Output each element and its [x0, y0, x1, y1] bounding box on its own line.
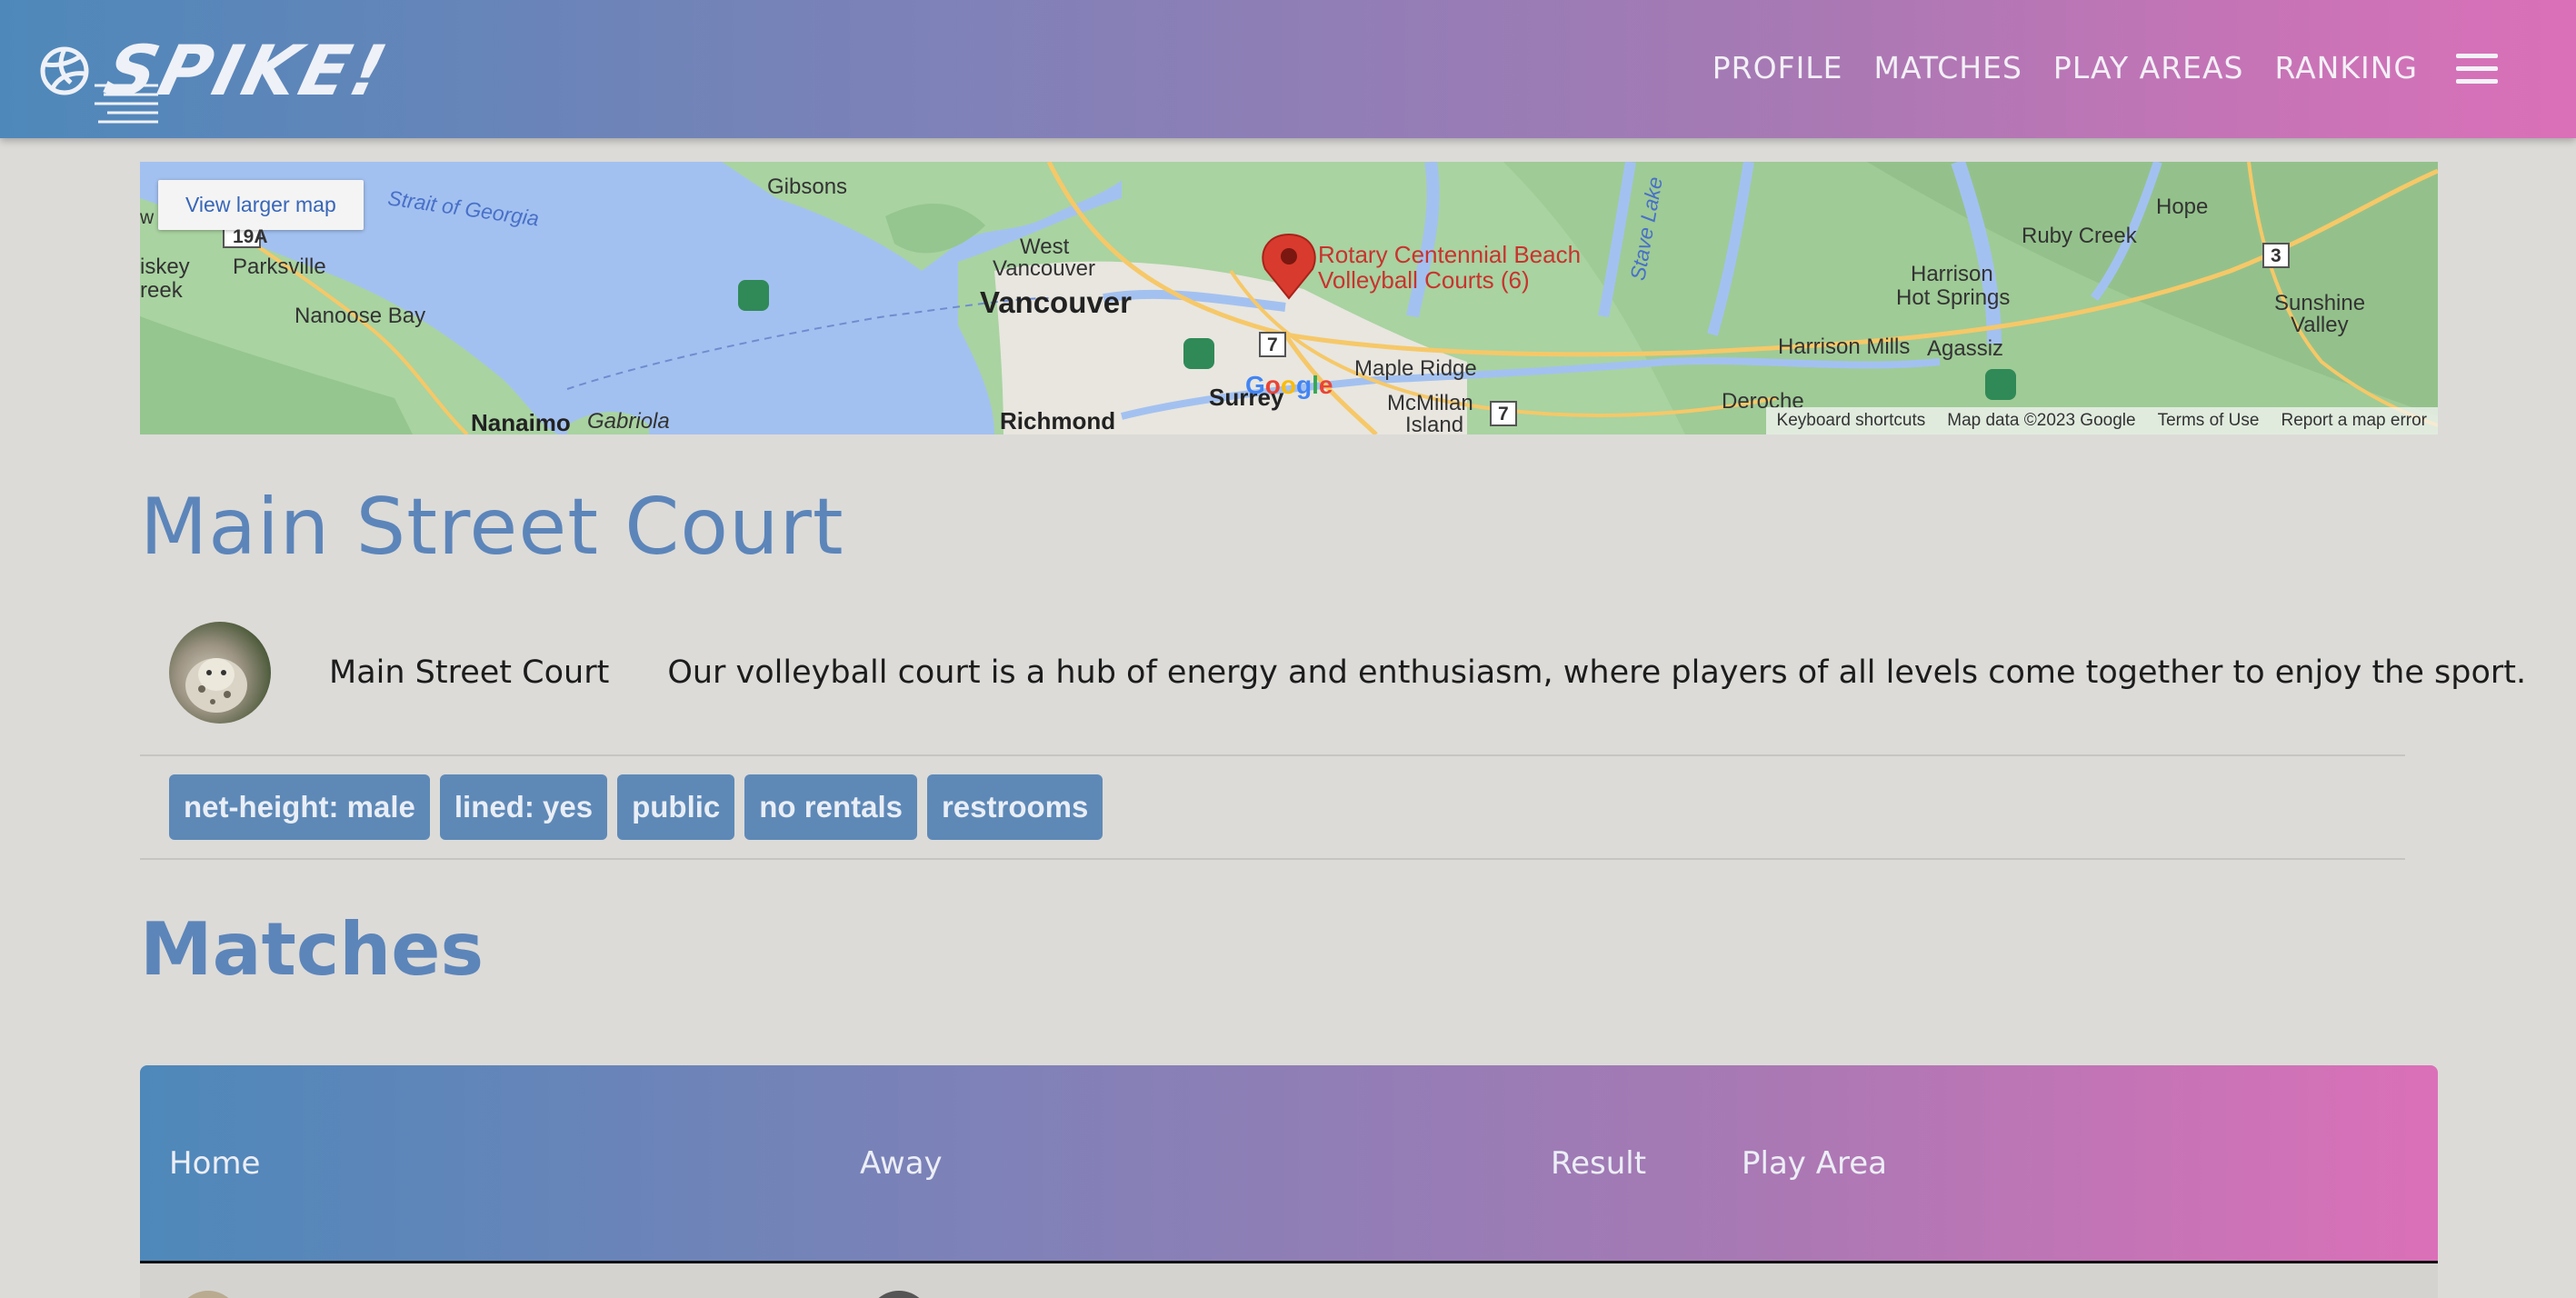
terms-of-use-link[interactable]: Terms of Use [2158, 411, 2260, 431]
tag-public: public [617, 774, 735, 840]
page-title: Main Street Court [140, 482, 844, 573]
map-label-vancouver: Vancouver [980, 285, 1132, 319]
map-label-island: Island [1405, 413, 1464, 434]
top-navbar: SPIKE! PROFILE MATCHES PLAY AREAS RANKIN… [0, 0, 2576, 138]
map-label-valley: Valley [2291, 313, 2349, 337]
volleyball-icon [40, 46, 89, 95]
column-home[interactable]: Home [169, 1145, 260, 1182]
court-summary: Main Street Court Our volleyball court i… [169, 622, 2526, 724]
tag-rentals: no rentals [744, 774, 917, 840]
nav-matches[interactable]: MATCHES [1874, 45, 2022, 91]
google-logo: Google [1245, 371, 1333, 399]
map-label-parksville: Parksville [233, 255, 326, 279]
tag-restrooms: restrooms [926, 774, 1103, 840]
column-play-area[interactable]: Play Area [1742, 1145, 1887, 1182]
map-label-maple-ridge: Maple Ridge [1354, 356, 1477, 381]
map-label-hw3: 3 [2271, 245, 2281, 266]
court-avatar [169, 622, 271, 724]
map-label-hope: Hope [2156, 195, 2209, 219]
map-label-ruby-creek: Ruby Creek [2022, 224, 2137, 248]
map-pin-label-line1: Rotary Centennial Beach [1318, 241, 1582, 268]
report-map-error-link[interactable]: Report a map error [2281, 411, 2427, 431]
map-label-west-vancouver: Vancouver [993, 256, 1095, 281]
hamburger-icon[interactable] [2456, 54, 2498, 85]
tag-net-height: net-height: male [169, 774, 430, 840]
table-row[interactable] [140, 1263, 2438, 1298]
divider [140, 754, 2405, 756]
map-label-gibsons: Gibsons [767, 175, 848, 199]
column-away[interactable]: Away [860, 1145, 943, 1182]
court-tags: net-height: male lined: yes public no re… [169, 774, 1103, 840]
map-label-richmond: Richmond [1000, 407, 1116, 434]
divider [140, 858, 2405, 860]
map-label-iskey: iskey [140, 255, 190, 279]
map-embed[interactable]: View larger map Strait of Georgia Gibson… [140, 162, 2438, 434]
map-label-hw7: 7 [1267, 334, 1278, 355]
map-label-hw19a: 19A [233, 226, 268, 247]
nav-ranking[interactable]: RANKING [2275, 45, 2418, 91]
brand-name: SPIKE! [97, 30, 398, 111]
map-label-reek: reek [140, 278, 183, 303]
map-footer: Keyboard shortcuts Map data ©2023 Google… [1765, 407, 2438, 434]
main-nav: PROFILE MATCHES PLAY AREAS RANKING [1712, 45, 2418, 91]
court-name: Main Street Court [329, 654, 610, 691]
home-team-avatar [176, 1291, 240, 1298]
matches-heading: Matches [140, 907, 484, 992]
brand-logo[interactable]: SPIKE! [40, 30, 397, 124]
column-result[interactable]: Result [1551, 1145, 1646, 1182]
table-header: Home Away Result Play Area [140, 1065, 2438, 1263]
tag-lined: lined: yes [439, 774, 608, 840]
map-label-nanoose: Nanoose Bay [295, 304, 426, 328]
map-pin-label-line2: Volleyball Courts (6) [1318, 266, 1530, 294]
map-data-attribution: Map data ©2023 Google [1947, 411, 2136, 430]
away-team-avatar [867, 1291, 931, 1298]
map-label-gabriola: Gabriola [587, 409, 670, 434]
map-label-hw7-b: 7 [1498, 404, 1509, 424]
map-label-harrison: Harrison [1911, 262, 1993, 286]
map-label-hot-springs: Hot Springs [1896, 285, 2011, 310]
map-label-harrison-mills: Harrison Mills [1778, 334, 1911, 359]
view-larger-map-link[interactable]: View larger map [158, 180, 364, 230]
court-description: Our volleyball court is a hub of energy … [667, 654, 2527, 691]
map-label-agassiz: Agassiz [1927, 336, 2004, 361]
map-pin-label[interactable]: Rotary Centennial Beach Volleyball Court… [1318, 242, 1581, 293]
map-label-w: w [140, 207, 155, 228]
map-label-nanaimo: Nanaimo [471, 409, 571, 434]
matches-table: Home Away Result Play Area [140, 1065, 2438, 1298]
keyboard-shortcuts-link[interactable]: Keyboard shortcuts [1777, 411, 1926, 431]
nav-profile[interactable]: PROFILE [1712, 45, 1843, 91]
nav-play-areas[interactable]: PLAY AREAS [2053, 45, 2244, 91]
